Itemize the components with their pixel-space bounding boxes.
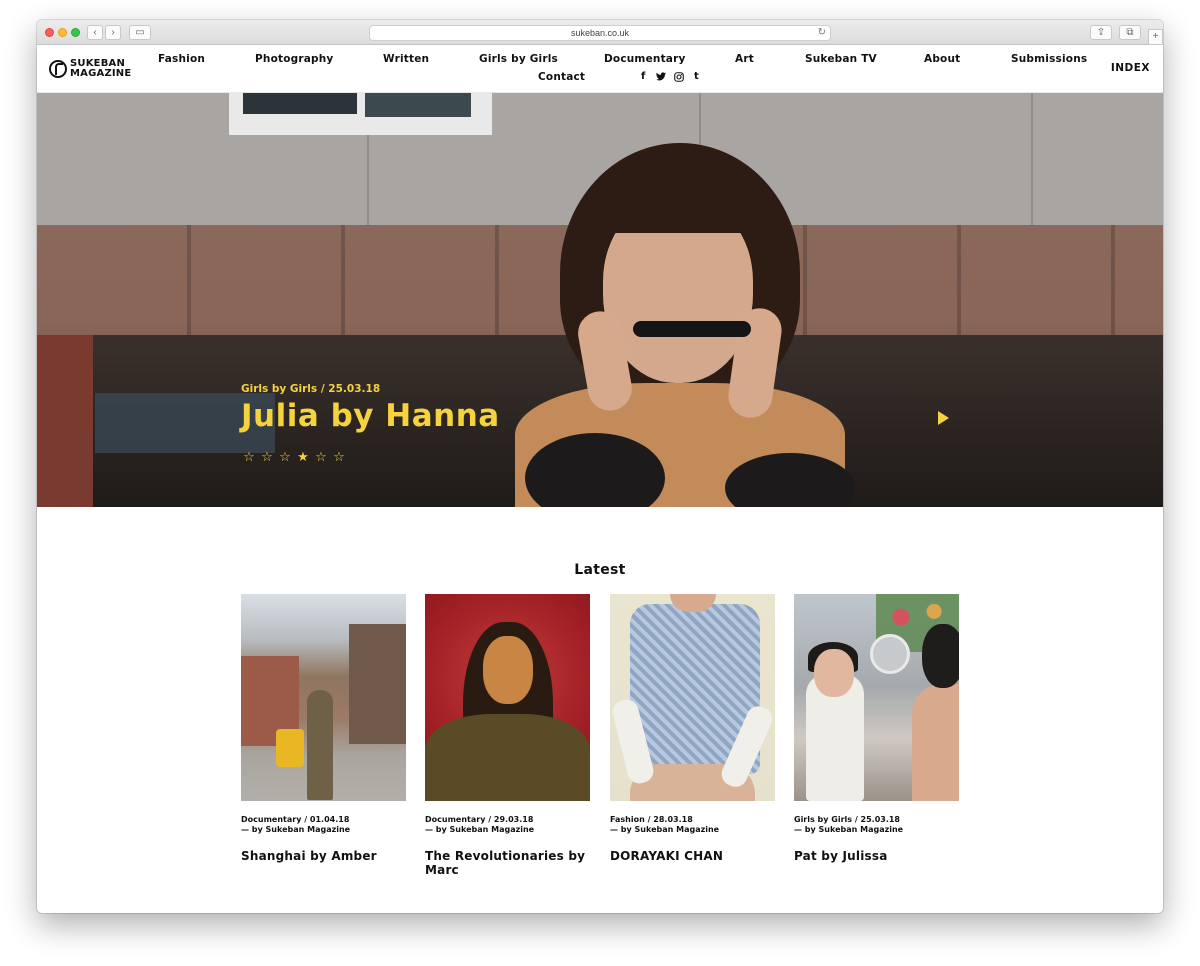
hero-slider[interactable]: Girls by Girls / 25.03.18 Julia by Hanna… bbox=[37, 93, 1163, 507]
nav-about[interactable]: About bbox=[924, 53, 960, 65]
nav-documentary[interactable]: Documentary bbox=[604, 53, 686, 65]
latest-card-byline: — by Sukeban Magazine bbox=[794, 825, 904, 834]
latest-card-category-date[interactable]: Documentary / 01.04.18 bbox=[241, 815, 406, 825]
latest-card-category-date[interactable]: Fashion / 28.03.18 bbox=[610, 815, 775, 825]
tabs-overview-icon[interactable]: ⧉ bbox=[1119, 25, 1141, 40]
latest-card-meta: Documentary / 29.03.18 — by Sukeban Maga… bbox=[425, 815, 590, 835]
hero-photo-subject bbox=[485, 143, 865, 507]
hero-category-date[interactable]: Girls by Girls / 25.03.18 bbox=[241, 383, 380, 395]
address-bar-url: sukeban.co.uk bbox=[570, 28, 630, 38]
site-header: SUKEBAN MAGAZINE Fashion Photography Wri… bbox=[37, 45, 1163, 93]
back-arrow-icon[interactable]: ‹ bbox=[87, 25, 103, 40]
latest-card-title[interactable]: Pat by Julissa bbox=[794, 849, 959, 863]
latest-card-category-date[interactable]: Girls by Girls / 25.03.18 bbox=[794, 815, 959, 825]
latest-card-image[interactable] bbox=[794, 594, 959, 801]
slide-indicator-star-icon[interactable]: ☆ bbox=[242, 450, 256, 464]
nav-sukeban-tv[interactable]: Sukeban TV bbox=[805, 53, 877, 65]
latest-card-image[interactable] bbox=[241, 594, 406, 801]
latest-card-image[interactable] bbox=[610, 594, 775, 801]
hero-slide-indicators: ☆ ☆ ☆ ★ ☆ ☆ bbox=[242, 450, 346, 464]
minimize-window-button[interactable] bbox=[58, 28, 67, 37]
index-link[interactable]: INDEX bbox=[1111, 62, 1150, 74]
twitter-icon[interactable] bbox=[656, 72, 666, 84]
latest-heading: Latest bbox=[574, 562, 626, 578]
latest-card-title[interactable]: The Revolutionaries by Marc bbox=[425, 849, 590, 877]
latest-card-byline: — by Sukeban Magazine bbox=[241, 825, 351, 834]
sidebar-toggle-icon[interactable]: ▭ bbox=[129, 25, 151, 40]
tumblr-icon[interactable]: t bbox=[694, 71, 699, 82]
latest-card-meta: Documentary / 01.04.18 — by Sukeban Maga… bbox=[241, 815, 406, 835]
latest-card-byline: — by Sukeban Magazine bbox=[610, 825, 720, 834]
nav-contact[interactable]: Contact bbox=[538, 71, 585, 83]
latest-card-meta: Fashion / 28.03.18 — by Sukeban Magazine bbox=[610, 815, 775, 835]
hero-photo-window bbox=[229, 93, 492, 135]
nav-girls-by-girls[interactable]: Girls by Girls bbox=[479, 53, 558, 65]
slide-indicator-active-star-icon[interactable]: ★ bbox=[296, 450, 310, 464]
nav-written[interactable]: Written bbox=[383, 53, 429, 65]
slide-indicator-star-icon[interactable]: ☆ bbox=[332, 450, 346, 464]
forward-arrow-icon[interactable]: › bbox=[105, 25, 121, 40]
hero-title[interactable]: Julia by Hanna bbox=[241, 398, 500, 434]
latest-card[interactable]: Girls by Girls / 25.03.18 — by Sukeban M… bbox=[794, 594, 959, 863]
browser-window: ‹ › ▭ sukeban.co.uk ↻ ⇪ ⧉ + SUKEBAN MAGA… bbox=[37, 20, 1163, 913]
close-window-button[interactable] bbox=[45, 28, 54, 37]
nav-submissions[interactable]: Submissions bbox=[1011, 53, 1087, 65]
sukeban-logo[interactable]: SUKEBAN MAGAZINE bbox=[49, 59, 135, 81]
latest-card-byline: — by Sukeban Magazine bbox=[425, 825, 535, 834]
hero-photo-pillar bbox=[37, 335, 93, 507]
nav-photography[interactable]: Photography bbox=[255, 53, 333, 65]
new-tab-plus-icon[interactable]: + bbox=[1148, 29, 1163, 45]
logo-line-2: MAGAZINE bbox=[70, 68, 132, 79]
latest-card[interactable]: Documentary / 01.04.18 — by Sukeban Maga… bbox=[241, 594, 406, 863]
slide-indicator-star-icon[interactable]: ☆ bbox=[314, 450, 328, 464]
browser-titlebar: ‹ › ▭ sukeban.co.uk ↻ ⇪ ⧉ + bbox=[37, 20, 1163, 45]
slide-indicator-star-icon[interactable]: ☆ bbox=[260, 450, 274, 464]
nav-fashion[interactable]: Fashion bbox=[158, 53, 205, 65]
latest-card[interactable]: Fashion / 28.03.18 — by Sukeban Magazine… bbox=[610, 594, 775, 863]
latest-card[interactable]: Documentary / 29.03.18 — by Sukeban Maga… bbox=[425, 594, 590, 877]
nav-art[interactable]: Art bbox=[735, 53, 754, 65]
instagram-icon[interactable] bbox=[674, 72, 684, 85]
address-bar[interactable]: sukeban.co.uk ↻ bbox=[369, 25, 831, 41]
hero-next-arrow-icon[interactable] bbox=[938, 411, 949, 425]
sukeban-logo-mark-icon bbox=[49, 60, 67, 78]
latest-card-category-date[interactable]: Documentary / 29.03.18 bbox=[425, 815, 590, 825]
logo-wordmark: SUKEBAN MAGAZINE bbox=[70, 59, 131, 79]
facebook-icon[interactable]: f bbox=[641, 71, 645, 82]
latest-card-title[interactable]: DORAYAKI CHAN bbox=[610, 849, 775, 863]
zoom-window-button[interactable] bbox=[71, 28, 80, 37]
latest-card-title[interactable]: Shanghai by Amber bbox=[241, 849, 406, 863]
latest-card-image[interactable] bbox=[425, 594, 590, 801]
reload-icon[interactable]: ↻ bbox=[818, 26, 826, 40]
share-icon[interactable]: ⇪ bbox=[1090, 25, 1112, 40]
slide-indicator-star-icon[interactable]: ☆ bbox=[278, 450, 292, 464]
latest-card-meta: Girls by Girls / 25.03.18 — by Sukeban M… bbox=[794, 815, 959, 835]
